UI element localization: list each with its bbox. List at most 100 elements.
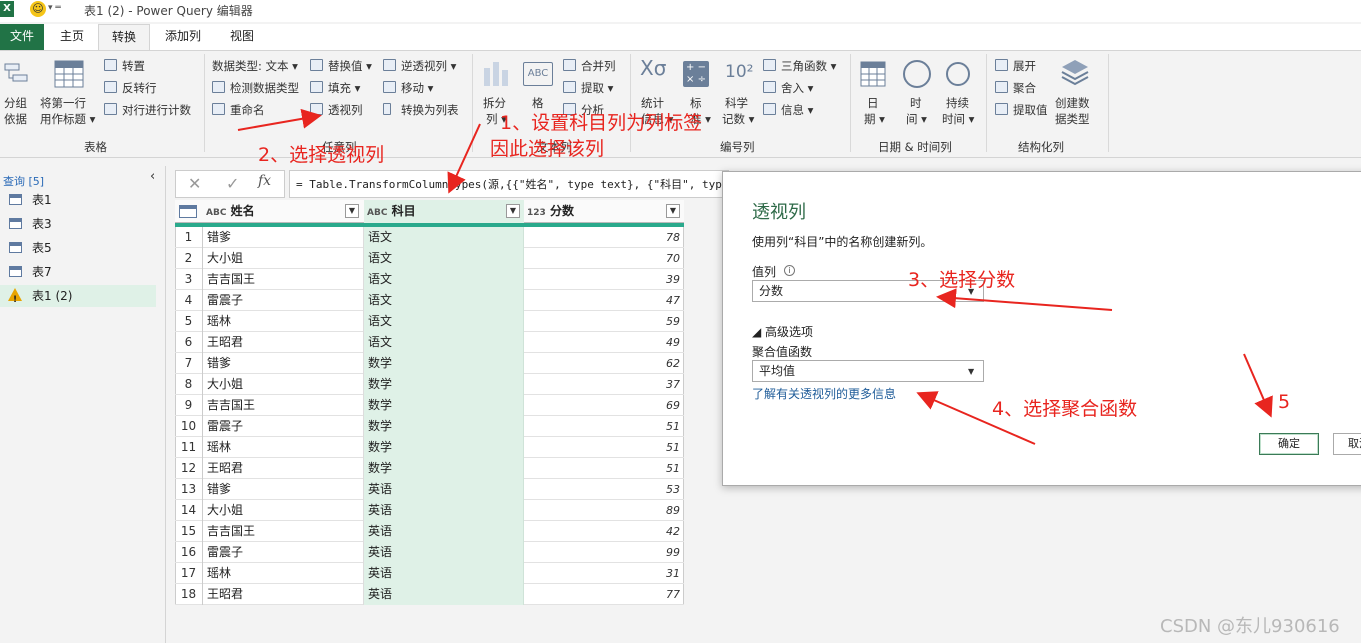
cell-subject[interactable]: 英语 (364, 563, 524, 584)
cell-score[interactable]: 31 (524, 563, 684, 584)
merge-columns-button[interactable]: 合并列 (581, 58, 616, 74)
cell-subject[interactable]: 语文 (364, 248, 524, 269)
table-row[interactable]: 2 大小姐 语文 70 (175, 248, 684, 269)
cell-name[interactable]: 吉吉国王 (203, 395, 364, 416)
table-row[interactable]: 3 吉吉国王 语文 39 (175, 269, 684, 290)
transpose-button[interactable]: 转置 (122, 58, 145, 74)
query-item-selected[interactable]: ! 表1 (2) (0, 285, 156, 307)
column-header-score[interactable]: 123 分数 (524, 200, 684, 223)
aggregate-button[interactable]: 聚合 (1013, 80, 1036, 96)
round-button[interactable]: 舍入 ▾ (781, 80, 813, 96)
table-row[interactable]: 11 瑶林 数学 51 (175, 437, 684, 458)
query-item[interactable]: 表5 (0, 237, 156, 259)
cell-subject[interactable]: 语文 (364, 227, 524, 248)
first-row-header-button[interactable]: 将第一行 (40, 95, 86, 111)
time-button-line2[interactable]: 间 ▾ (906, 111, 927, 127)
cell-score[interactable]: 99 (524, 542, 684, 563)
cell-subject[interactable]: 语文 (364, 269, 524, 290)
cell-name[interactable]: 大小姐 (203, 500, 364, 521)
cancel-formula-icon[interactable]: ✕ (188, 174, 201, 193)
date-button[interactable]: 日 (867, 95, 879, 111)
create-type-button[interactable]: 创建数 (1055, 95, 1090, 111)
pivot-column-button[interactable]: 透视列 (328, 102, 363, 118)
aggregate-function-select[interactable]: 平均值 (752, 360, 984, 382)
cell-subject[interactable]: 英语 (364, 500, 524, 521)
table-row[interactable]: 4 雷震子 语文 47 (175, 290, 684, 311)
column-header-subject[interactable]: ABC 科目 (364, 200, 524, 223)
query-item[interactable]: 表3 (0, 213, 156, 235)
table-menu-icon[interactable] (179, 205, 197, 218)
cell-name[interactable]: 瑶林 (203, 311, 364, 332)
collapse-pane-icon[interactable]: ‹ (150, 169, 155, 184)
cell-name[interactable]: 大小姐 (203, 248, 364, 269)
cell-score[interactable]: 37 (524, 374, 684, 395)
cell-subject[interactable]: 数学 (364, 374, 524, 395)
extract-values-button[interactable]: 提取值 (1013, 102, 1048, 118)
reverse-rows-button[interactable]: 反转行 (122, 80, 157, 96)
tab-transform[interactable]: 转换 (98, 24, 150, 51)
cell-subject[interactable]: 数学 (364, 437, 524, 458)
rename-button[interactable]: 重命名 (230, 102, 265, 118)
cell-score[interactable]: 89 (524, 500, 684, 521)
cell-name[interactable]: 错爹 (203, 227, 364, 248)
cell-score[interactable]: 59 (524, 311, 684, 332)
cell-name[interactable]: 错爹 (203, 353, 364, 374)
tab-file[interactable]: 文件 (0, 24, 44, 50)
cell-subject[interactable]: 英语 (364, 584, 524, 605)
duration-button-line2[interactable]: 时间 ▾ (942, 111, 974, 127)
filter-dropdown-icon[interactable]: ▼ (345, 204, 359, 218)
table-row[interactable]: 12 王昭君 数学 51 (175, 458, 684, 479)
table-row[interactable]: 8 大小姐 数学 37 (175, 374, 684, 395)
move-button[interactable]: 移动 ▾ (401, 80, 433, 96)
query-item[interactable]: 表7 (0, 261, 156, 283)
cell-score[interactable]: 62 (524, 353, 684, 374)
info-icon[interactable]: i (784, 265, 795, 276)
confirm-formula-icon[interactable]: ✓ (226, 174, 239, 193)
table-row[interactable]: 17 瑶林 英语 31 (175, 563, 684, 584)
cell-name[interactable]: 吉吉国王 (203, 269, 364, 290)
quick-access-dropdown-icon[interactable]: ▾ ═ (48, 3, 61, 13)
cell-subject[interactable]: 英语 (364, 542, 524, 563)
cell-score[interactable]: 77 (524, 584, 684, 605)
filter-dropdown-icon[interactable]: ▼ (666, 204, 680, 218)
learn-more-link[interactable]: 了解有关透视列的更多信息 (752, 385, 896, 402)
cell-score[interactable]: 51 (524, 458, 684, 479)
cell-name[interactable]: 瑶林 (203, 437, 364, 458)
table-row[interactable]: 6 王昭君 语文 49 (175, 332, 684, 353)
date-button-line2[interactable]: 期 ▾ (864, 111, 885, 127)
replace-values-button[interactable]: 替换值 ▾ (328, 58, 372, 74)
cell-name[interactable]: 王昭君 (203, 332, 364, 353)
cell-score[interactable]: 78 (524, 227, 684, 248)
tab-home[interactable]: 主页 (50, 24, 94, 50)
tab-add-column[interactable]: 添加列 (154, 24, 212, 50)
time-button[interactable]: 时 (910, 95, 922, 111)
cell-score[interactable]: 42 (524, 521, 684, 542)
table-row[interactable]: 5 瑶林 语文 59 (175, 311, 684, 332)
cell-subject[interactable]: 语文 (364, 311, 524, 332)
table-row[interactable]: 7 错爹 数学 62 (175, 353, 684, 374)
cell-name[interactable]: 王昭君 (203, 584, 364, 605)
cell-subject[interactable]: 数学 (364, 458, 524, 479)
first-row-header-button-line2[interactable]: 用作标题 ▾ (40, 111, 95, 127)
cell-score[interactable]: 51 (524, 416, 684, 437)
cell-name[interactable]: 雷震子 (203, 542, 364, 563)
cell-name[interactable]: 雷震子 (203, 416, 364, 437)
cell-score[interactable]: 51 (524, 437, 684, 458)
table-row[interactable]: 13 错爹 英语 53 (175, 479, 684, 500)
cell-subject[interactable]: 数学 (364, 395, 524, 416)
advanced-options-toggle[interactable]: ◢ 高级选项 (752, 323, 813, 340)
fill-button[interactable]: 填充 ▾ (328, 80, 360, 96)
group-by-button-line2[interactable]: 依据 (4, 111, 27, 127)
cell-subject[interactable]: 语文 (364, 290, 524, 311)
query-item[interactable]: 表1 (0, 189, 156, 211)
smiley-feedback-icon[interactable]: ☺ (30, 1, 46, 17)
table-row[interactable]: 10 雷震子 数学 51 (175, 416, 684, 437)
ok-button[interactable]: 确定 (1259, 433, 1319, 455)
to-list-button[interactable]: 转换为列表 (401, 102, 459, 118)
table-row[interactable]: 15 吉吉国王 英语 42 (175, 521, 684, 542)
cell-subject[interactable]: 数学 (364, 353, 524, 374)
column-header-name[interactable]: ABC 姓名 (203, 200, 364, 223)
scientific-button[interactable]: 科学 (725, 95, 748, 111)
unpivot-button[interactable]: 逆透视列 ▾ (401, 58, 456, 74)
extract-button[interactable]: 提取 ▾ (581, 80, 613, 96)
